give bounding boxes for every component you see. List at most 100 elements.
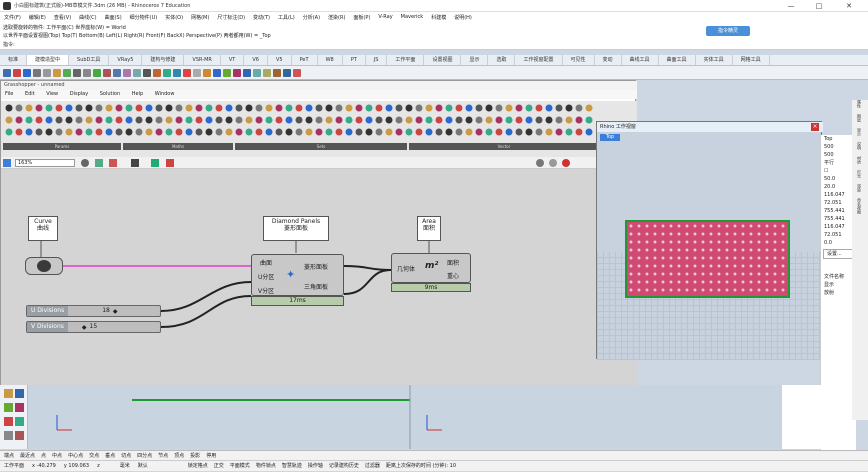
gh-component-icon[interactable] [515,128,523,136]
gh-component-icon[interactable] [285,116,293,124]
gh-component-icon[interactable] [265,104,273,112]
gh-component-icon[interactable] [165,128,173,136]
gh-component-icon[interactable] [315,116,323,124]
status-layer[interactable]: 默认 [138,461,148,472]
gh-component-icon[interactable] [335,128,343,136]
gh-component-icon[interactable] [205,104,213,112]
tab-v6[interactable]: V6 [244,55,268,65]
open-file-icon[interactable] [13,68,21,77]
gh-component-icon[interactable] [505,104,513,112]
gh-component-icon[interactable] [305,116,313,124]
area-label-panel[interactable]: Area 面积 [417,216,441,241]
vtab-help[interactable]: 说明 [856,142,862,150]
menu-tools[interactable]: 工具(L) [278,14,295,21]
menu-subd[interactable]: 细分物件(U) [130,14,158,21]
tab-mesh-tools[interactable]: 网格工具 [733,55,770,65]
gh-component-icon[interactable] [295,128,303,136]
gh-component-icon[interactable] [495,128,503,136]
gh-component-icon[interactable] [105,128,113,136]
gh-component-icon[interactable] [15,128,23,136]
tab-standard[interactable]: 标准 [0,55,28,65]
save-icon[interactable] [23,68,31,77]
tab-select[interactable]: 选取 [488,55,516,65]
prop-distance[interactable]: 755.441 [821,215,856,223]
gh-component-icon[interactable] [235,104,243,112]
gh-save-icon[interactable] [3,159,11,167]
gh-component-icon[interactable] [565,116,573,124]
cut-icon[interactable] [43,68,51,77]
gh-component-icon[interactable] [485,128,493,136]
prop-width[interactable]: 500 [821,143,856,151]
undo-icon[interactable] [73,68,81,77]
curve-label-panel[interactable]: Curve 曲线 [28,216,58,241]
properties-icon[interactable] [153,68,161,77]
options-icon[interactable] [193,68,201,77]
gh-component-icon[interactable] [205,128,213,136]
gh-component-icon[interactable] [235,128,243,136]
gh-component-icon[interactable] [585,104,593,112]
gh-component-icon[interactable] [195,128,203,136]
gh-component-icon[interactable] [265,128,273,136]
menu-panels[interactable]: 面板(P) [353,14,370,21]
gh-component-icon[interactable] [415,104,423,112]
gh-component-icon[interactable] [175,128,183,136]
gh-preview-selected-icon[interactable] [562,159,570,167]
gh-component-icon[interactable] [345,128,353,136]
gh-component-icon[interactable] [145,128,153,136]
gh-component-icon[interactable] [495,116,503,124]
gh-component-icon[interactable] [585,116,593,124]
gh-component-icon[interactable] [405,128,413,136]
status-history[interactable]: 记录建构历史 [329,461,359,472]
gh-component-icon[interactable] [345,104,353,112]
gh-component-icon[interactable] [435,104,443,112]
osnap-near[interactable]: 最近点 [20,451,35,461]
line-icon[interactable] [213,68,221,77]
v-divisions-slider[interactable]: V Divisions ◆ 15 [26,321,161,333]
command-helper-button[interactable]: 指令精灵 [706,26,750,36]
gh-component-icon[interactable] [465,128,473,136]
gh-component-icon[interactable] [165,116,173,124]
gh-component-icon[interactable] [185,104,193,112]
status-smarttrack[interactable]: 智慧轨迹 [282,461,302,472]
gh-component-icon[interactable] [505,116,513,124]
vtab-named-views[interactable]: 命名视图 [856,198,862,214]
gh-component-icon[interactable] [215,128,223,136]
osnap-intersection[interactable]: 交点 [89,451,99,461]
rotate-view-icon[interactable] [93,68,101,77]
gh-component-icon[interactable] [205,116,213,124]
gh-component-icon[interactable] [5,104,13,112]
gh-component-icon[interactable] [465,116,473,124]
v-slider-grip-icon[interactable]: ◆ [82,324,87,331]
tab-subd[interactable]: SubD工具 [69,55,110,65]
gh-component-icon[interactable] [145,104,153,112]
gh-component-icon[interactable] [25,128,33,136]
gh-component-icon[interactable] [5,128,13,136]
diamond-panels-component[interactable]: 曲面 U分区 V分区 ✦ 菱形面板 三角面板 [251,254,344,296]
gh-component-icon[interactable] [175,104,183,112]
rhino-viewports[interactable] [0,385,782,449]
circle-icon[interactable] [233,68,241,77]
area-component[interactable]: 几何体 m² 面积 重心 [391,253,471,283]
gh-component-icon[interactable] [255,104,263,112]
osnap-quad[interactable]: 四分点 [137,451,152,461]
gh-component-icon[interactable] [75,104,83,112]
gh-component-icon[interactable] [175,116,183,124]
box-icon[interactable] [273,68,281,77]
viewport-tab-top[interactable]: Top [600,134,620,141]
tool-circle-icon[interactable] [15,403,24,412]
gh-component-icon[interactable] [145,116,153,124]
gh-component-icon[interactable] [35,116,43,124]
tab-visibility[interactable]: 可见性 [563,55,595,65]
u-divisions-slider[interactable]: U Divisions 18 ◆ [26,305,161,317]
gh-component-icon[interactable] [395,116,403,124]
osnap-end[interactable]: 端点 [4,451,14,461]
gh-component-icon[interactable] [245,128,253,136]
gh-component-icon[interactable] [65,116,73,124]
surface-icon[interactable] [263,68,271,77]
osnap-mid[interactable]: 中点 [52,451,62,461]
gh-component-icon[interactable] [215,116,223,124]
gh-component-icon[interactable] [275,104,283,112]
tab-pt[interactable]: PT [343,55,366,65]
gh-component-icon[interactable] [475,104,483,112]
extrude-icon[interactable] [293,68,301,77]
